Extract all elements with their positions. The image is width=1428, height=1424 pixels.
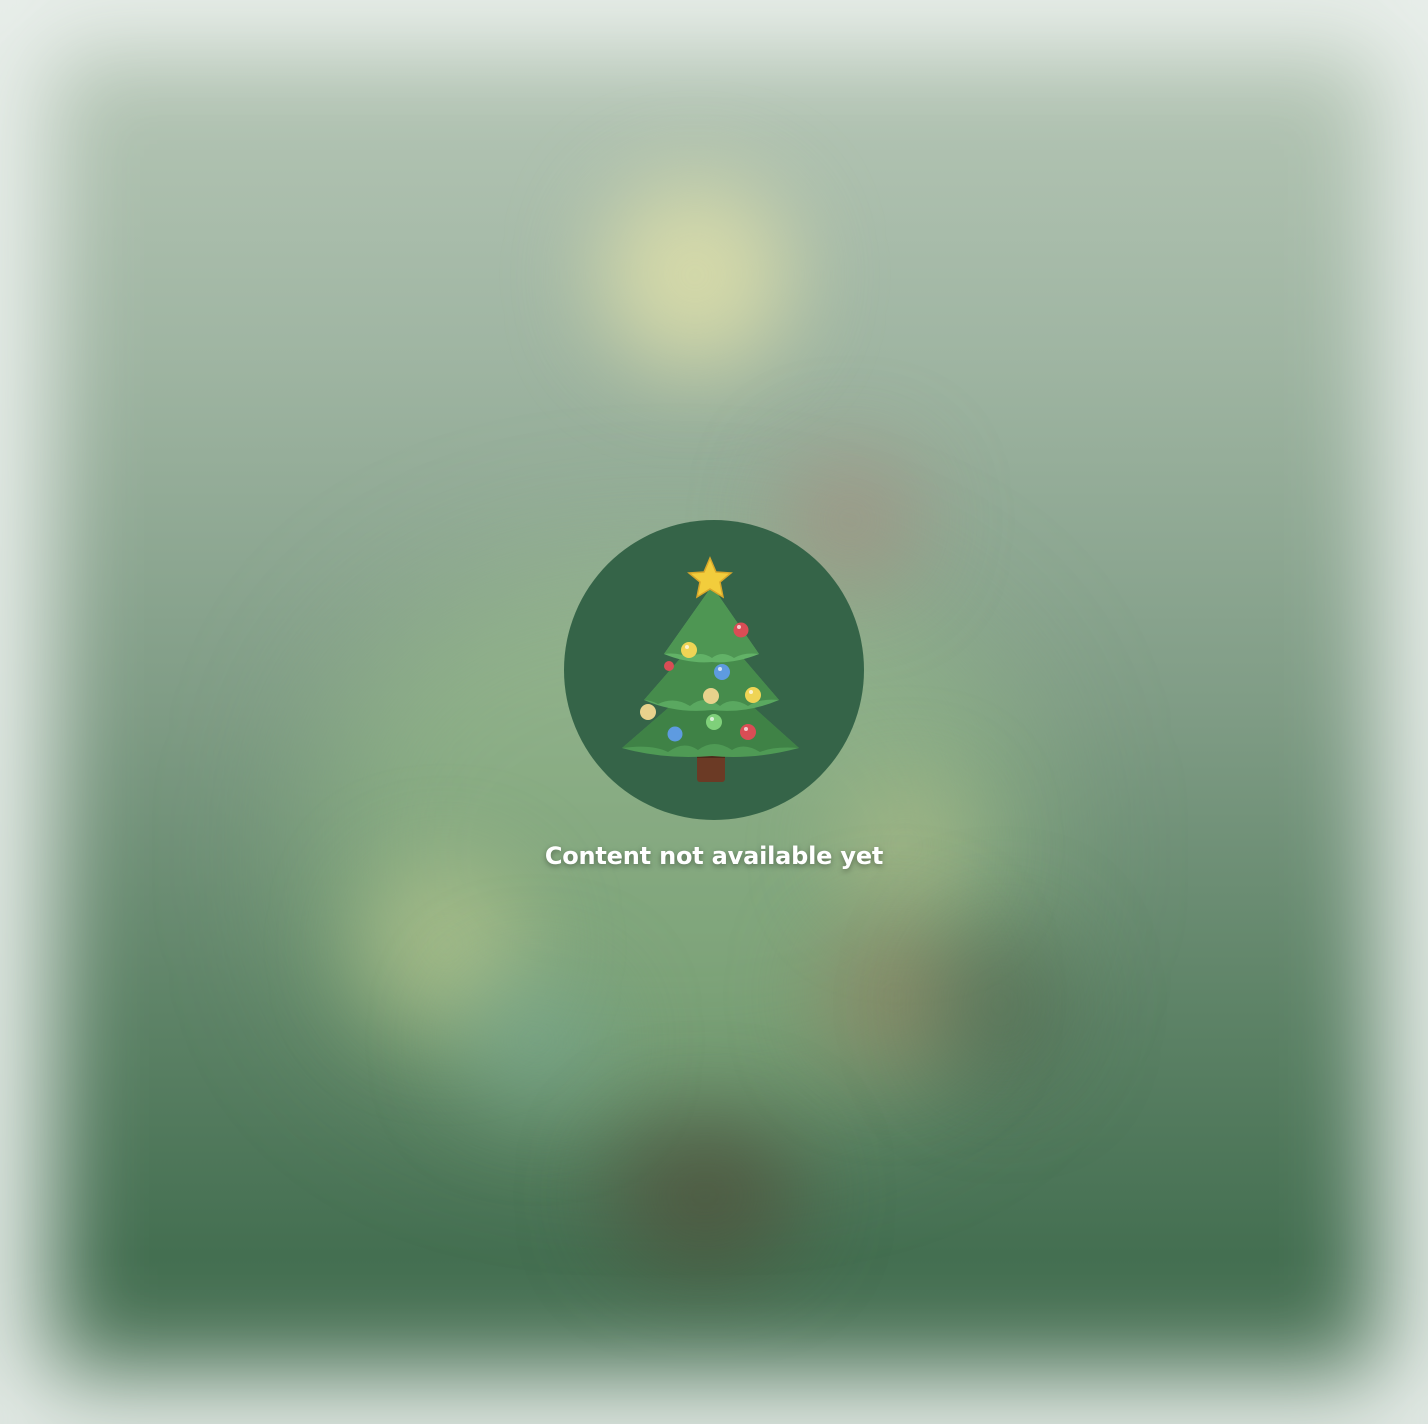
content-unavailable-screen: Content not available yet — [0, 0, 1428, 1424]
content-unavailable-message: Content not available yet — [544, 842, 884, 870]
christmas-tree-icon — [622, 556, 799, 782]
christmas-tree-avatar — [564, 520, 864, 820]
